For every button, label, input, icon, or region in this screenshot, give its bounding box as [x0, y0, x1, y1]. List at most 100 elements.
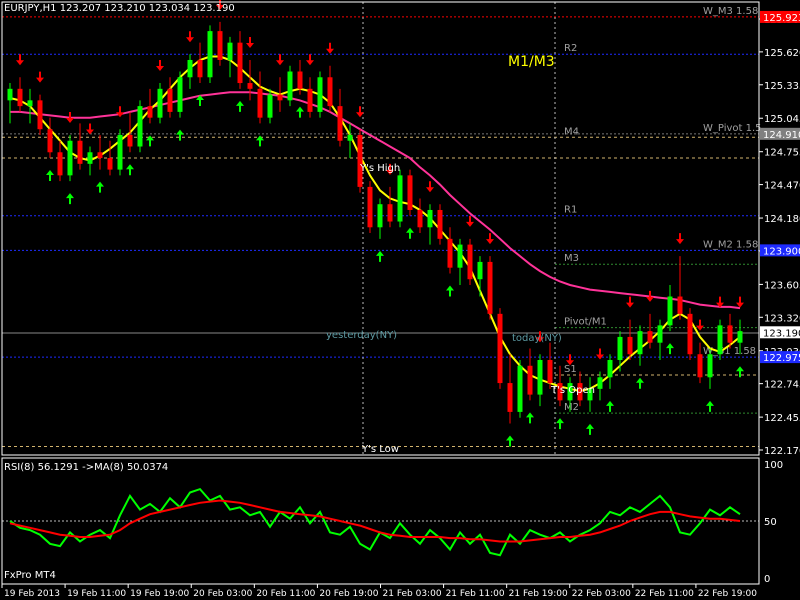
candle-body [307, 88, 313, 112]
candle-body [467, 244, 473, 280]
candle [7, 83, 13, 124]
candle [657, 319, 663, 360]
candle [137, 100, 143, 153]
candle [407, 169, 413, 216]
candle [547, 342, 553, 389]
level-label-pivot: Pivot/M1 [564, 317, 607, 328]
candle-body [317, 77, 323, 112]
candle-body [497, 313, 503, 384]
candle-body [207, 31, 213, 78]
time-tick-label: 21 Feb 11:00 [446, 589, 505, 599]
candle-body [277, 94, 283, 101]
buy-signal-arrow [46, 170, 54, 182]
sell-signal-arrow [326, 42, 334, 54]
candle-body [337, 106, 343, 141]
candle [317, 71, 323, 118]
candle-body [447, 238, 453, 268]
sell-signal-arrow [186, 31, 194, 43]
level-label-r1: R1 [564, 205, 577, 216]
candle [597, 371, 603, 401]
candle [17, 77, 23, 112]
candle-body [367, 186, 373, 228]
buy-signal-arrow [586, 423, 594, 435]
price-tick-label: 124.755 [764, 148, 800, 159]
price-chart-panel[interactable]: W_M3 1.58 R2 W_Pivot 1.5 M4 R1 W_M2 1.58 M3 Piv… [0, 0, 800, 600]
candle [287, 65, 293, 107]
candle-body [697, 354, 703, 378]
candle [607, 354, 613, 389]
low-value: 123.034 [148, 3, 191, 14]
candle [257, 71, 263, 124]
buy-signal-arrow [606, 400, 614, 412]
candle [327, 65, 333, 112]
candle [437, 204, 443, 245]
candle-body [267, 94, 273, 118]
candle-body [647, 331, 653, 343]
sell-signal-arrow [156, 60, 164, 72]
candle-body [257, 88, 263, 118]
candle-body [707, 354, 713, 378]
time-tick-label: 22 Feb 19:00 [698, 589, 757, 599]
candle-body [657, 325, 663, 343]
candle [647, 313, 653, 349]
level-label-w_m3: W_M3 1.58 [703, 6, 758, 17]
today-label: today(NY) [512, 333, 562, 344]
candle [187, 54, 193, 89]
chart-window[interactable]: W_M3 1.58 R2 W_Pivot 1.5 M4 R1 W_M2 1.58 M3 Piv… [0, 0, 800, 600]
candle-body [737, 331, 743, 343]
sell-signal-arrow [16, 54, 24, 66]
buy-signal-arrow [556, 418, 564, 430]
price-tick-label: 122.170 [764, 446, 800, 457]
candle [307, 77, 313, 118]
candle [467, 238, 473, 285]
candle-body [537, 359, 543, 395]
candle-body [507, 383, 513, 412]
candle-body [727, 325, 733, 343]
candle-body [237, 42, 243, 84]
buy-signal-arrow [296, 106, 304, 118]
candle [27, 88, 33, 124]
candle-body [407, 175, 413, 210]
open-value: 123.207 [59, 3, 102, 14]
candle-body [387, 204, 393, 222]
candle [377, 198, 383, 239]
candle-body [217, 31, 223, 60]
candle-body [597, 377, 603, 389]
sell-signal-arrow [276, 54, 284, 66]
sell-signal-arrow [466, 215, 474, 227]
candle-body [627, 336, 633, 355]
sell-signal-arrow [86, 123, 94, 135]
sell-signal-arrow [116, 106, 124, 118]
candle [107, 140, 113, 176]
level-label-w_pivot: W_Pivot 1.5 [703, 123, 762, 134]
time-axis: 19 Feb 2013 19 Feb 11:00 19 Feb 19:00 20 Fe… [1, 584, 757, 599]
candle [387, 186, 393, 228]
price-axis: 125.905125.620125.335125.045124.755124.4… [759, 10, 800, 457]
time-tick-label: 19 Feb 2013 [4, 589, 60, 599]
symbol-label: EURJPY,H1 [4, 3, 57, 14]
price-tick-label: 124.180 [764, 214, 800, 225]
price-tick-label: 125.620 [764, 48, 800, 59]
time-tick-label: 20 Feb 03:00 [193, 589, 252, 599]
buy-signal-arrow [636, 377, 644, 389]
candle [397, 169, 403, 228]
time-tick-label: 21 Feb 03:00 [383, 589, 442, 599]
candle-body [167, 88, 173, 112]
candle [677, 256, 683, 320]
candle [487, 256, 493, 320]
candle [457, 238, 463, 285]
candle-body [547, 359, 553, 384]
candle [67, 134, 73, 182]
rsi-tick-label: 50 [764, 517, 777, 528]
sell-signal-arrow [36, 71, 44, 83]
candle [77, 123, 83, 170]
buy-signal-arrow [126, 164, 134, 176]
candle [427, 204, 433, 245]
candle-body [67, 140, 73, 176]
sell-signal-arrow [736, 296, 744, 308]
candle [367, 181, 373, 234]
buy-signal-arrow [736, 366, 744, 378]
candle [167, 77, 173, 118]
time-tick-label: 20 Feb 11:00 [256, 589, 315, 599]
rsi-line [9, 487, 741, 557]
